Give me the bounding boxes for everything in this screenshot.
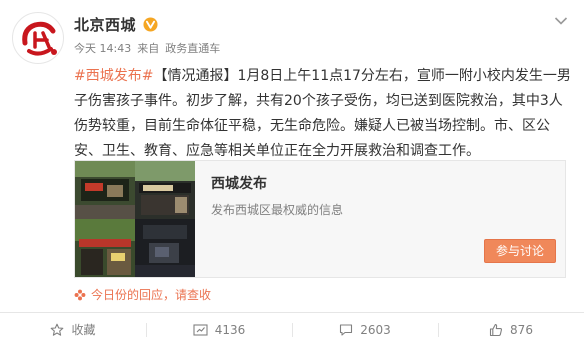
post-content: #西城发布#【情况通报】1月8日上午11点17分左右，宣师一附小校内发生一男子伤… [74, 64, 574, 164]
photo-grid[interactable] [75, 161, 195, 277]
action-bar: 收藏 4136 2603 876 [0, 313, 584, 346]
weibo-post: 北京西城 今天 14:43 来自 政务直通车 #西城发布#【情况通报】1月8日上… [0, 0, 584, 346]
note-link[interactable]: 今日份的回应，请查收 [74, 286, 211, 303]
comment-count: 2603 [360, 322, 391, 337]
note-text[interactable]: 今日份的回应，请查收 [91, 286, 211, 303]
star-icon [51, 323, 64, 336]
post-source[interactable]: 政务直通车 [165, 40, 220, 56]
author-row: 北京西城 [74, 13, 158, 35]
repost-button[interactable]: 4136 [146, 313, 292, 346]
comment-button[interactable]: 2603 [292, 313, 438, 346]
source-prefix: 来自 [137, 42, 160, 55]
repost-icon [193, 323, 208, 336]
join-discussion-button[interactable]: 参与讨论 [484, 239, 556, 263]
photo-thumbnail[interactable] [135, 161, 195, 219]
author-name[interactable]: 北京西城 [74, 14, 136, 35]
verified-badge-icon [143, 16, 158, 32]
comment-icon [340, 323, 353, 336]
topic-card[interactable]: 西城发布 发布西城区最权威的信息 参与讨论 [74, 160, 566, 278]
chevron-down-icon[interactable] [554, 16, 568, 26]
card-info: 西城发布 发布西城区最权威的信息 参与讨论 [195, 161, 565, 277]
card-description: 发布西城区最权威的信息 [211, 203, 344, 217]
like-button[interactable]: 876 [438, 313, 584, 346]
card-title[interactable]: 西城发布 [211, 173, 267, 193]
flower-icon [74, 289, 86, 300]
photo-thumbnail[interactable] [75, 161, 135, 219]
xicheng-logo-icon [22, 21, 57, 56]
thumbs-up-icon [489, 323, 503, 336]
like-count: 876 [510, 322, 533, 337]
favorite-label: 收藏 [71, 323, 96, 337]
post-time[interactable]: 今天 14:43 [74, 40, 131, 56]
favorite-button[interactable]: 收藏 [0, 313, 146, 346]
photo-thumbnail[interactable] [75, 219, 135, 277]
avatar[interactable] [12, 12, 64, 64]
post-meta: 今天 14:43 来自 政务直通车 [74, 40, 220, 56]
photo-thumbnail[interactable] [135, 219, 195, 277]
repost-count: 4136 [214, 322, 246, 337]
hashtag-link[interactable]: #西城发布# [74, 68, 153, 84]
